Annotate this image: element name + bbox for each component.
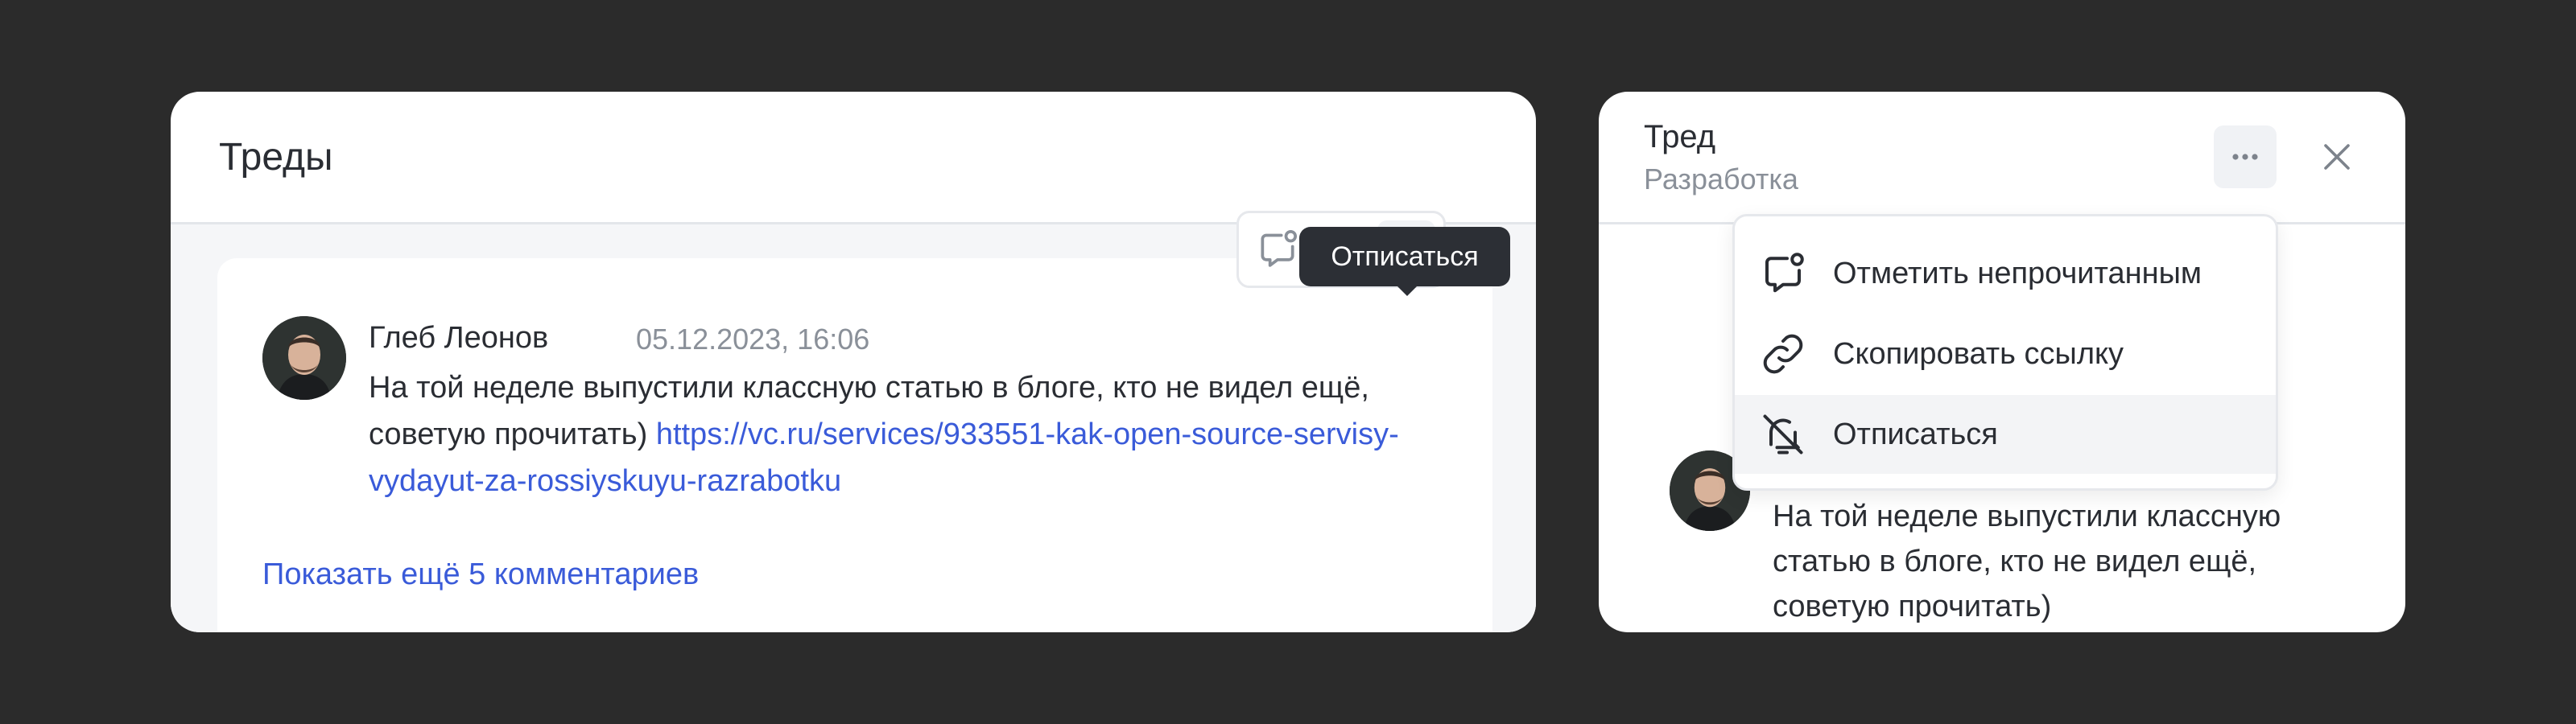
avatar[interactable] (262, 316, 346, 400)
link-icon (1759, 330, 1807, 378)
close-icon (2324, 144, 2350, 170)
menu-item-copy-link[interactable]: Скопировать ссылку (1735, 315, 2276, 393)
menu-item-mark-unread[interactable]: Отметить непрочитанным (1735, 234, 2276, 313)
mark-unread-icon (1759, 249, 1807, 298)
comment-text: На той неделе выпустили классную статью … (369, 364, 1407, 504)
tooltip-arrow (1396, 285, 1418, 296)
mark-unread-button[interactable] (1249, 220, 1307, 278)
thread-channel: Разработка (1644, 162, 1798, 195)
menu-item-label: Отписаться (1833, 417, 1998, 451)
avatar-photo (262, 316, 346, 400)
comment-timestamp: 05.12.2023, 16:06 (636, 323, 870, 356)
thread-title: Тред (1644, 119, 1716, 154)
more-options-button[interactable] (2214, 125, 2277, 188)
more-dots-icon (2232, 154, 2258, 160)
bell-off-icon (1759, 410, 1807, 459)
unsubscribe-tooltip: Отписаться (1299, 227, 1510, 286)
menu-item-label: Скопировать ссылку (1833, 336, 2124, 371)
show-more-comments-link[interactable]: Показать ещё 5 комментариев (262, 557, 699, 592)
close-button[interactable] (2306, 125, 2368, 188)
mark-unread-icon (1261, 229, 1298, 267)
comment-author[interactable]: Глеб Леонов (369, 321, 548, 356)
thread-options-menu: Отметить непрочитанным Скопировать ссылк… (1732, 214, 2278, 491)
menu-item-unsubscribe[interactable]: Отписаться (1735, 395, 2276, 474)
message-text: На той неделе выпустили классную статью … (1773, 500, 2281, 623)
threads-title: Треды (219, 136, 333, 179)
menu-item-label: Отметить непрочитанным (1833, 256, 2202, 290)
threads-panel: Треды Глеб Леонов 05.12.2023, 16:06 На т… (171, 92, 1536, 632)
thread-card[interactable]: Глеб Леонов 05.12.2023, 16:06 На той нед… (217, 258, 1492, 632)
